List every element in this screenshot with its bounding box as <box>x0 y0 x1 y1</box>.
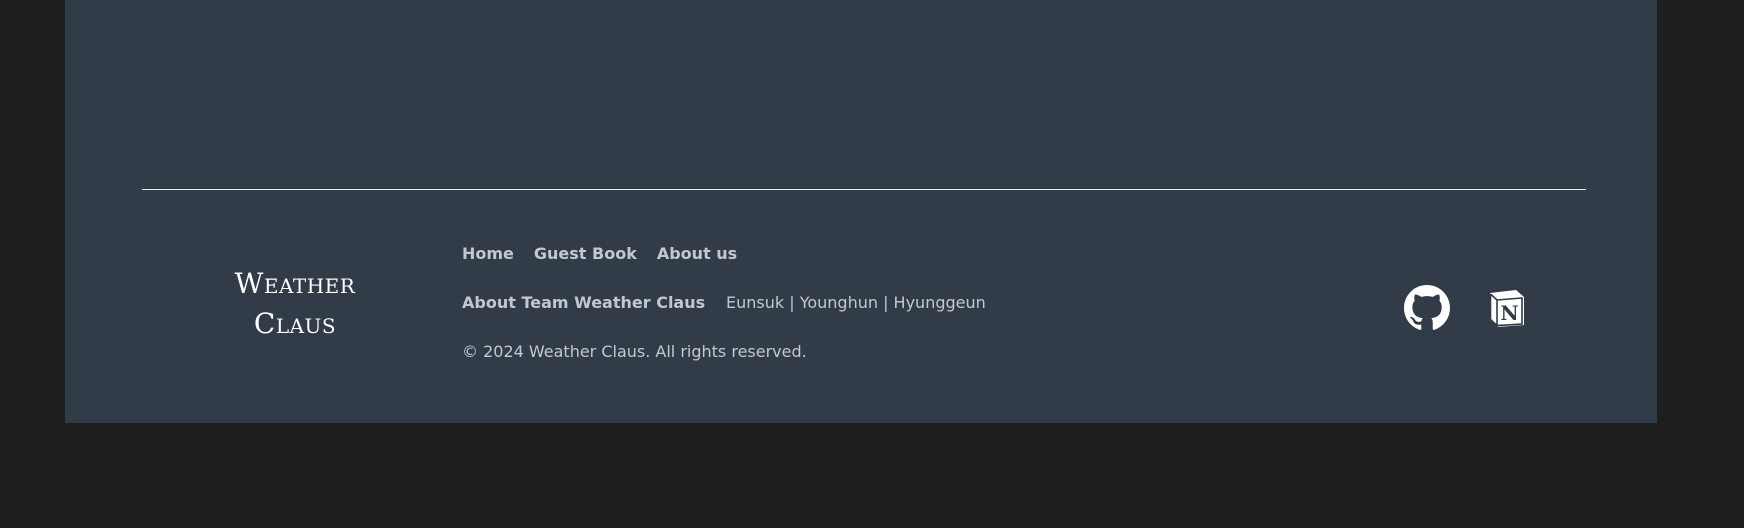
weather-claus-logo[interactable]: Weather Claus <box>215 264 375 344</box>
logo-line-1: Weather <box>234 267 356 300</box>
team-members: Eunsuk | Younghun | Hyunggeun <box>726 293 986 312</box>
nav-link-about-us[interactable]: About us <box>657 244 737 263</box>
github-icon[interactable] <box>1404 285 1450 331</box>
notion-icon[interactable]: N <box>1484 285 1530 331</box>
team-label: About Team Weather Claus <box>462 293 706 312</box>
nav-link-home[interactable]: Home <box>462 244 514 263</box>
footer-panel: Weather Claus Home Guest Book About us A… <box>65 0 1657 423</box>
team-info-row: About Team Weather Claus Eunsuk | Youngh… <box>462 293 986 312</box>
social-icons: N <box>1404 285 1530 331</box>
svg-text:N: N <box>1500 301 1518 325</box>
logo-line-2: Claus <box>253 307 337 340</box>
footer-nav: Home Guest Book About us <box>462 244 737 263</box>
copyright-text: © 2024 Weather Claus. All rights reserve… <box>462 342 807 361</box>
nav-link-guest-book[interactable]: Guest Book <box>534 244 637 263</box>
footer-divider <box>142 189 1586 190</box>
